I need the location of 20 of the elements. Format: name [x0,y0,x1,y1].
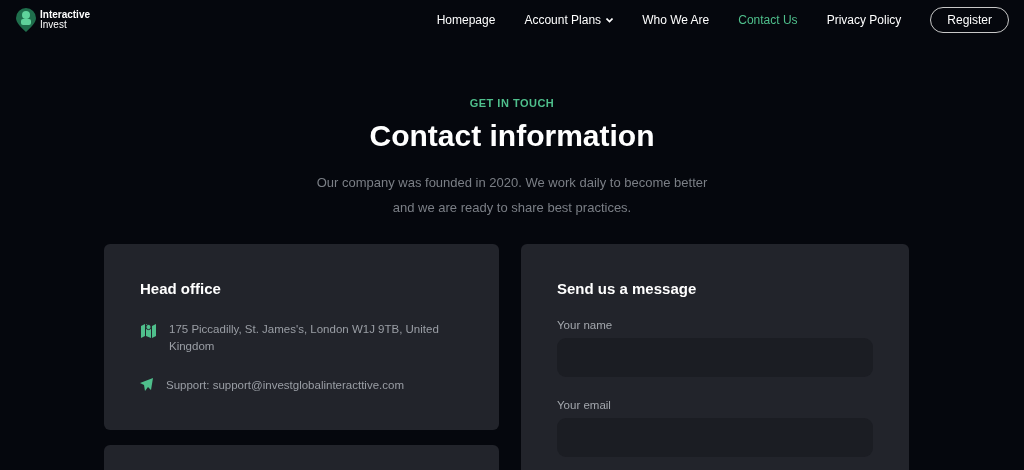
nav-link[interactable]: Account Plans [524,13,614,27]
logo-icon[interactable] [15,7,37,33]
nav-link[interactable]: Homepage [436,13,496,27]
card-title: Send us a message [557,280,698,297]
section-eyebrow: GET IN TOUCH [469,97,555,109]
field-label: Your email [557,399,612,411]
card-title: Head office [140,280,222,297]
nav-link[interactable]: Contact Us [738,13,798,27]
field-label: Your name [557,319,614,331]
contact-text: 175 Piccadilly, St. James's, London W1J 9TB, United Kingdom [169,322,440,354]
map-pin-icon [140,322,157,338]
nav-link[interactable]: Who We Are [642,13,710,27]
contact-text: Support: support@investglobalinteracttive.com [166,378,405,393]
logo-text[interactable]: Interactive [40,10,91,20]
logo-text[interactable]: Invest [40,20,91,30]
intro-text: Our company was founded in 2020. We work daily to become better and we are ready to share best practices. [315,174,709,217]
send-icon [140,378,154,391]
caret-icon [606,17,614,23]
page-title: Contact information [369,119,655,153]
nav-link[interactable]: Privacy Policy [826,13,902,27]
